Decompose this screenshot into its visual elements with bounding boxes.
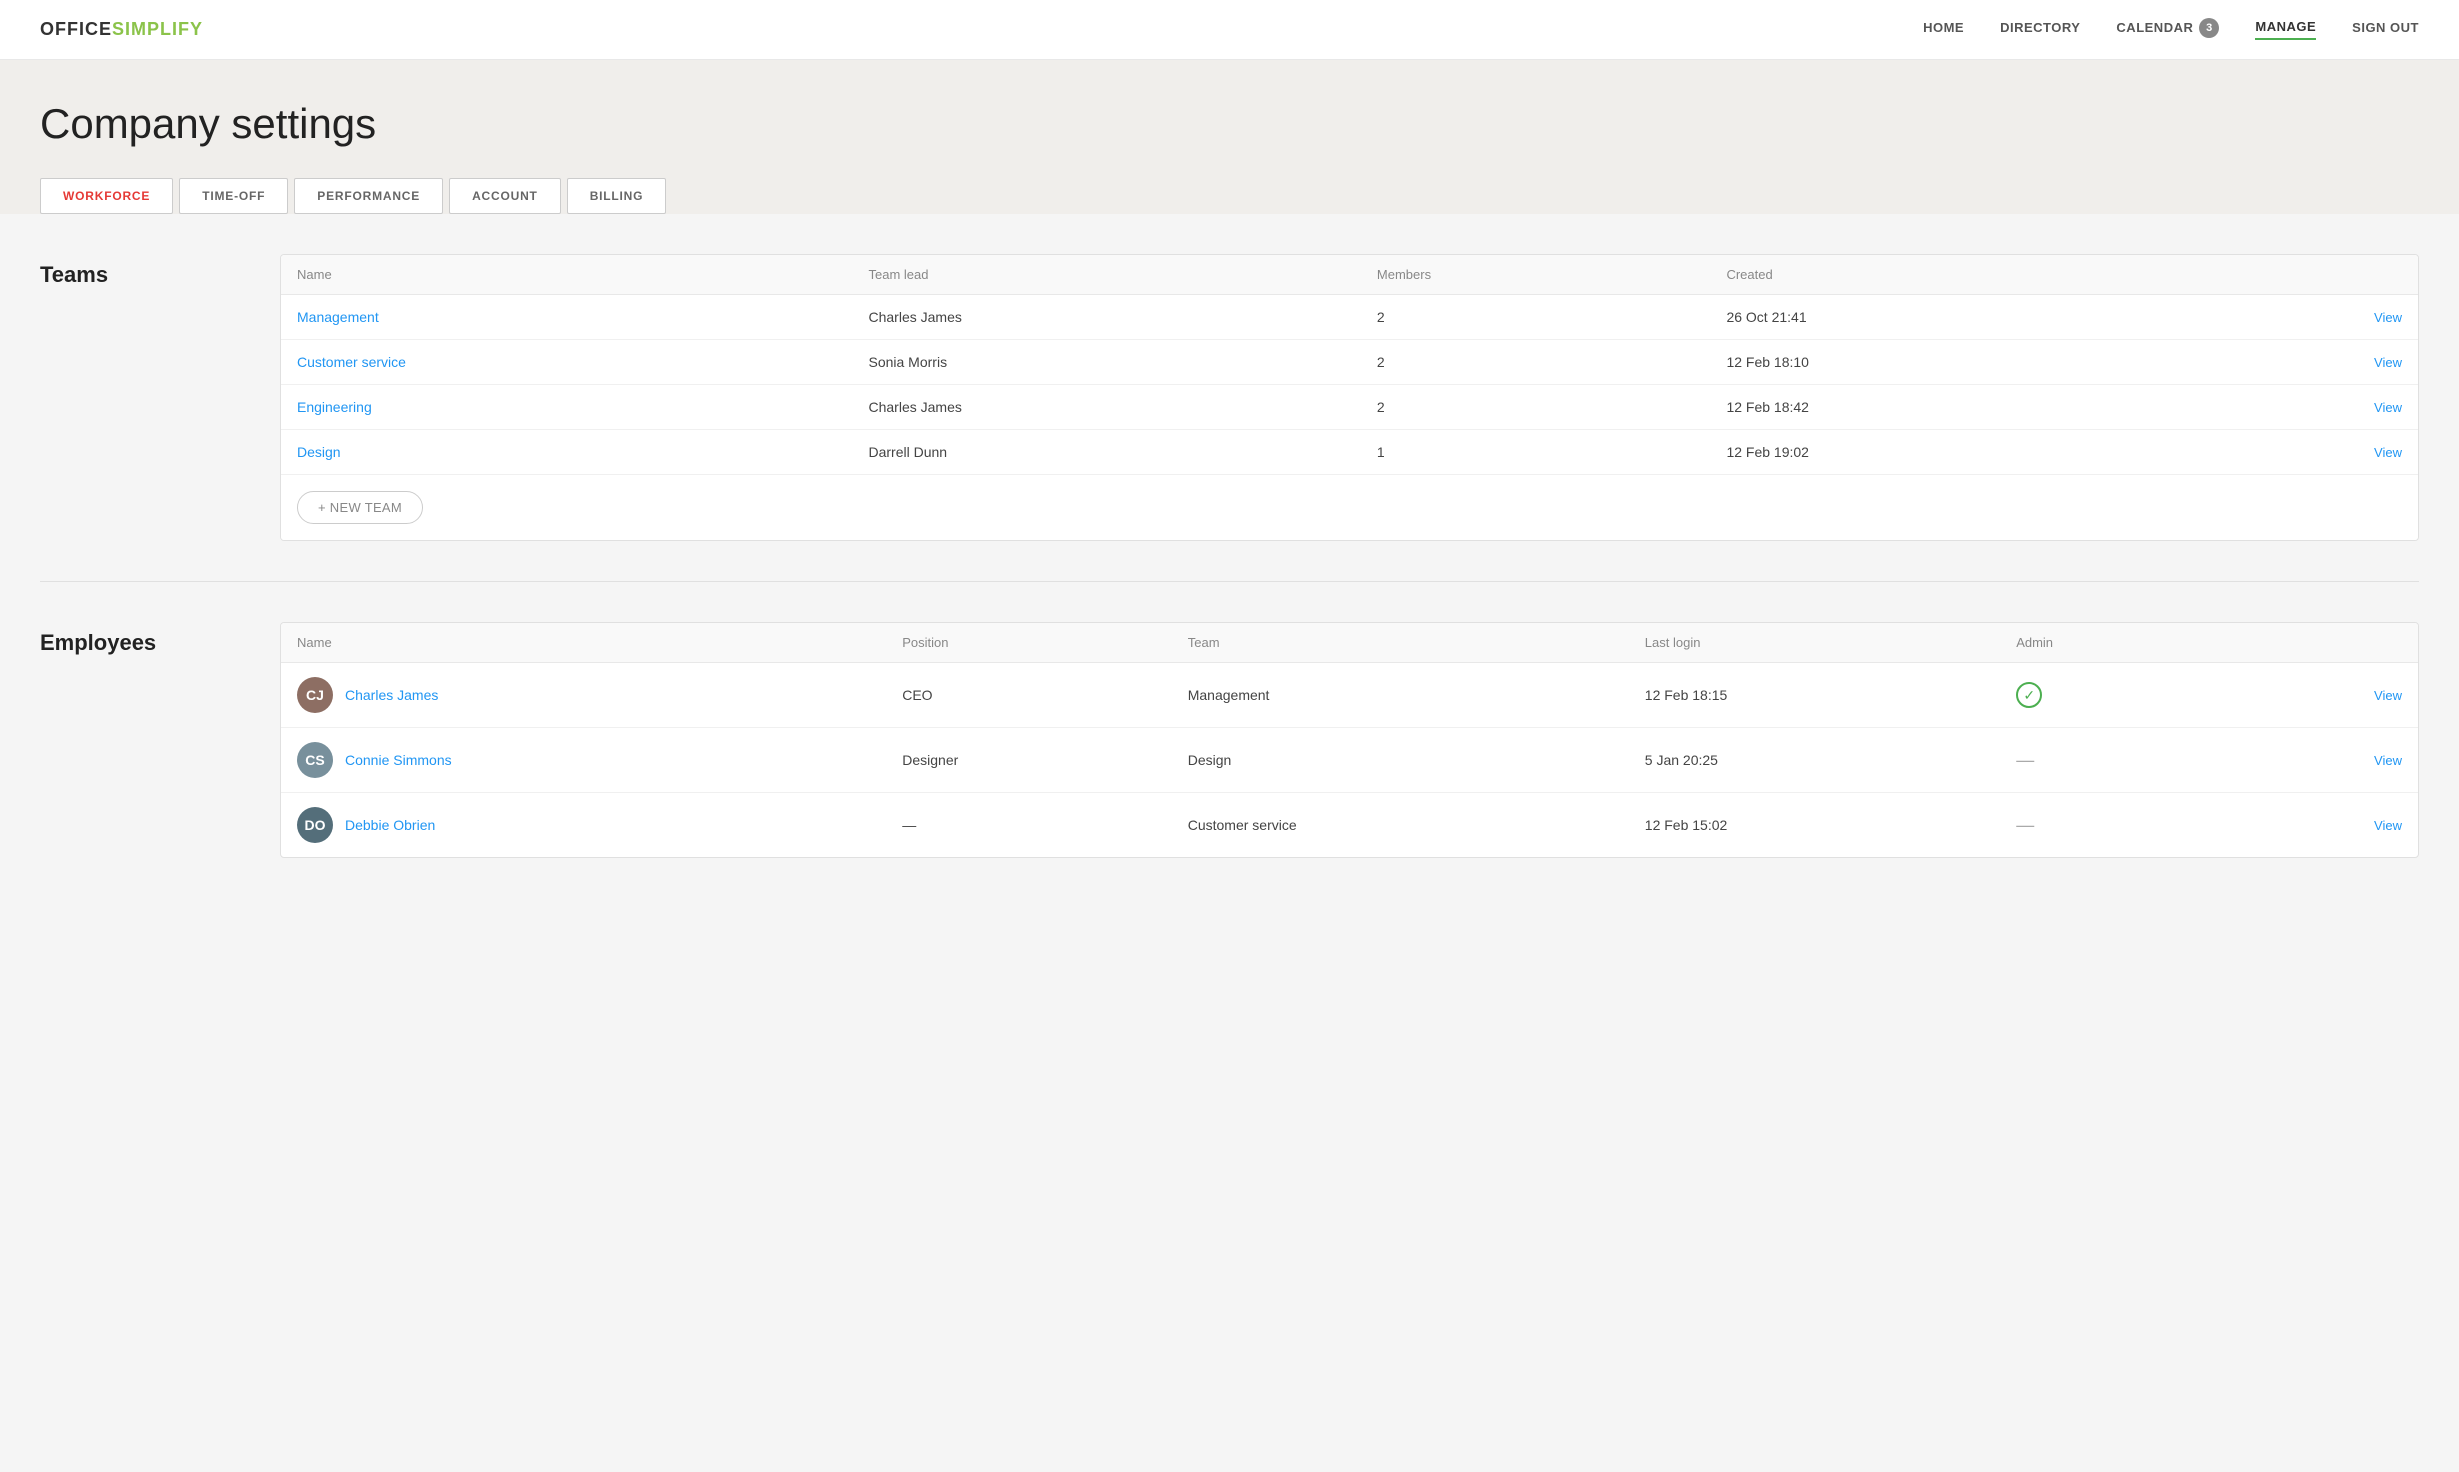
team-lead-cell: Darrell Dunn: [852, 430, 1360, 475]
team-created-cell: 12 Feb 19:02: [1710, 430, 2174, 475]
new-team-wrap: + NEW TEAM: [281, 474, 2418, 540]
tab-workforce[interactable]: WORKFORCE: [40, 178, 173, 214]
employees-heading: Employees: [40, 630, 240, 656]
team-row: Engineering Charles James 2 12 Feb 18:42…: [281, 385, 2418, 430]
last-login-cell: 12 Feb 15:02: [1629, 793, 2000, 858]
team-name-link[interactable]: Customer service: [297, 354, 406, 370]
tab-performance[interactable]: PERFORMANCE: [294, 178, 443, 214]
col-action-emp: [2224, 623, 2418, 663]
position-cell: —: [886, 793, 1172, 858]
nav-calendar-label: CALENDAR: [2116, 20, 2193, 35]
team-members-cell: 2: [1361, 295, 1711, 340]
section-divider: [40, 581, 2419, 582]
employees-table-container: Name Position Team Last login Admin CJ C…: [280, 622, 2419, 858]
employee-view-link[interactable]: View: [2374, 818, 2402, 833]
team-row: Design Darrell Dunn 1 12 Feb 19:02 View: [281, 430, 2418, 475]
employee-name-cell: DO Debbie Obrien: [297, 807, 870, 843]
team-lead-cell: Sonia Morris: [852, 340, 1360, 385]
admin-cell: —: [2000, 728, 2223, 793]
page-title: Company settings: [40, 100, 2419, 148]
team-cell: Design: [1172, 728, 1629, 793]
employee-view-link[interactable]: View: [2374, 753, 2402, 768]
team-lead-cell: Charles James: [852, 295, 1360, 340]
new-team-button[interactable]: + NEW TEAM: [297, 491, 423, 524]
col-members: Members: [1361, 255, 1711, 295]
col-last-login: Last login: [1629, 623, 2000, 663]
col-team-lead: Team lead: [852, 255, 1360, 295]
employee-name-link[interactable]: Charles James: [345, 687, 438, 703]
team-view-link[interactable]: View: [2374, 355, 2402, 370]
employee-row: CJ Charles James CEO Management 12 Feb 1…: [281, 663, 2418, 728]
team-cell: Customer service: [1172, 793, 1629, 858]
tabs-bar: WORKFORCE TIME-OFF PERFORMANCE ACCOUNT B…: [40, 178, 2419, 214]
col-created: Created: [1710, 255, 2174, 295]
employees-label: Employees: [40, 622, 240, 858]
page-header: Company settings WORKFORCE TIME-OFF PERF…: [0, 60, 2459, 214]
admin-cell: ✓: [2000, 663, 2223, 728]
teams-label: Teams: [40, 254, 240, 541]
employee-name-cell: CS Connie Simmons: [297, 742, 870, 778]
employee-view-link[interactable]: View: [2374, 688, 2402, 703]
position-cell: CEO: [886, 663, 1172, 728]
col-position: Position: [886, 623, 1172, 663]
admin-dash: —: [2016, 815, 2034, 835]
team-name-link[interactable]: Engineering: [297, 399, 372, 415]
last-login-cell: 5 Jan 20:25: [1629, 728, 2000, 793]
employee-row: CS Connie Simmons Designer Design 5 Jan …: [281, 728, 2418, 793]
nav-home[interactable]: HOME: [1923, 20, 1964, 39]
tab-timeoff[interactable]: TIME-OFF: [179, 178, 288, 214]
teams-table: Name Team lead Members Created Managemen…: [281, 255, 2418, 474]
avatar: CJ: [297, 677, 333, 713]
employee-row: DO Debbie Obrien — Customer service 12 F…: [281, 793, 2418, 858]
team-row: Management Charles James 2 26 Oct 21:41 …: [281, 295, 2418, 340]
logo-office: OFFICE: [40, 19, 112, 39]
employees-table: Name Position Team Last login Admin CJ C…: [281, 623, 2418, 857]
teams-section: Teams Name Team lead Members Created Man…: [40, 254, 2419, 541]
team-cell: Management: [1172, 663, 1629, 728]
teams-table-container: Name Team lead Members Created Managemen…: [280, 254, 2419, 541]
team-created-cell: 12 Feb 18:42: [1710, 385, 2174, 430]
teams-heading: Teams: [40, 262, 240, 288]
team-row: Customer service Sonia Morris 2 12 Feb 1…: [281, 340, 2418, 385]
team-members-cell: 2: [1361, 340, 1711, 385]
employee-name-link[interactable]: Debbie Obrien: [345, 817, 435, 833]
avatar: DO: [297, 807, 333, 843]
tab-billing[interactable]: BILLING: [567, 178, 667, 214]
avatar: CS: [297, 742, 333, 778]
col-team-name: Name: [281, 255, 852, 295]
employee-name-cell: CJ Charles James: [297, 677, 870, 713]
nav-manage[interactable]: MANAGE: [2255, 19, 2316, 40]
admin-check-icon: ✓: [2016, 682, 2042, 708]
employees-section: Employees Name Position Team Last login …: [40, 622, 2419, 858]
col-team: Team: [1172, 623, 1629, 663]
admin-dash: —: [2016, 750, 2034, 770]
nav-directory[interactable]: DIRECTORY: [2000, 20, 2080, 39]
employee-name-link[interactable]: Connie Simmons: [345, 752, 452, 768]
team-members-cell: 2: [1361, 385, 1711, 430]
team-created-cell: 12 Feb 18:10: [1710, 340, 2174, 385]
logo: OFFICESIMPLIFY: [40, 19, 203, 40]
team-name-link[interactable]: Management: [297, 309, 379, 325]
team-members-cell: 1: [1361, 430, 1711, 475]
last-login-cell: 12 Feb 18:15: [1629, 663, 2000, 728]
team-view-link[interactable]: View: [2374, 310, 2402, 325]
team-name-link[interactable]: Design: [297, 444, 341, 460]
calendar-badge: 3: [2199, 18, 2219, 38]
col-action-team: [2175, 255, 2418, 295]
col-emp-name: Name: [281, 623, 886, 663]
main-content: Teams Name Team lead Members Created Man…: [0, 214, 2459, 938]
nav-signout[interactable]: SIGN OUT: [2352, 20, 2419, 39]
nav-links: HOME DIRECTORY CALENDAR 3 MANAGE SIGN OU…: [1923, 18, 2419, 42]
tab-account[interactable]: ACCOUNT: [449, 178, 561, 214]
team-created-cell: 26 Oct 21:41: [1710, 295, 2174, 340]
team-lead-cell: Charles James: [852, 385, 1360, 430]
position-cell: Designer: [886, 728, 1172, 793]
team-view-link[interactable]: View: [2374, 400, 2402, 415]
admin-cell: —: [2000, 793, 2223, 858]
col-admin: Admin: [2000, 623, 2223, 663]
navbar: OFFICESIMPLIFY HOME DIRECTORY CALENDAR 3…: [0, 0, 2459, 60]
team-view-link[interactable]: View: [2374, 445, 2402, 460]
nav-calendar[interactable]: CALENDAR 3: [2116, 18, 2219, 42]
logo-simplify: SIMPLIFY: [112, 19, 203, 39]
